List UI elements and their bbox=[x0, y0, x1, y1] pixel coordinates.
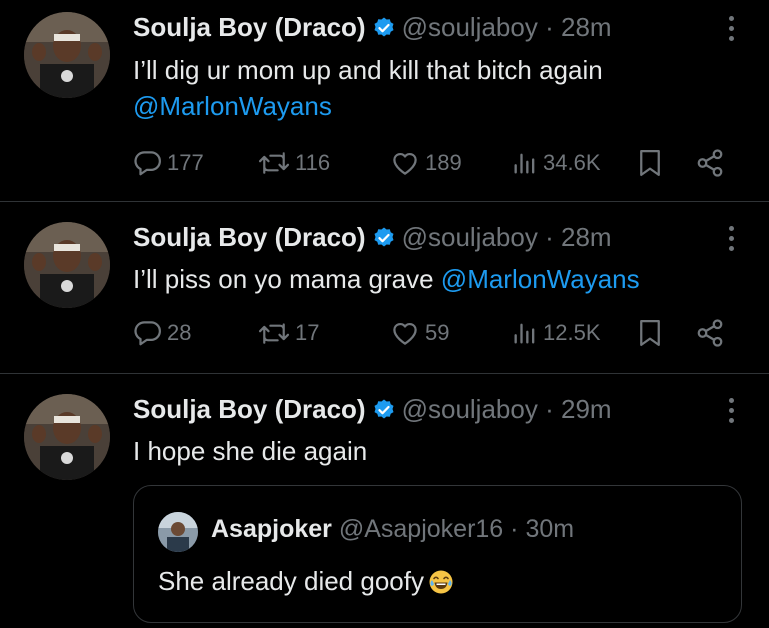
tweet-timestamp[interactable]: 28m bbox=[561, 12, 612, 42]
like-button[interactable]: 189 bbox=[389, 143, 462, 183]
quoted-tweet[interactable]: Asapjoker @Asapjoker16 · 30m She already… bbox=[133, 485, 742, 623]
share-button[interactable] bbox=[695, 313, 725, 353]
views-icon bbox=[511, 318, 539, 348]
reply-count: 28 bbox=[167, 320, 192, 345]
tweet-header: Soulja Boy (Draco) @souljaboy · 28m bbox=[133, 12, 612, 48]
author-avatar[interactable] bbox=[24, 222, 110, 308]
verified-badge-icon bbox=[372, 398, 396, 429]
views-button[interactable]: 12.5K bbox=[511, 313, 601, 353]
like-icon bbox=[389, 148, 421, 178]
tweet-body: I’ll piss on yo mama grave bbox=[133, 264, 434, 294]
author-handle[interactable]: @souljaboy bbox=[402, 394, 538, 424]
tweet-text: I’ll piss on yo mama grave @MarlonWayans bbox=[133, 261, 733, 297]
tears-of-joy-emoji bbox=[428, 569, 454, 602]
tweet-body: I hope she die again bbox=[133, 436, 368, 466]
bookmark-button[interactable] bbox=[637, 313, 663, 353]
repost-button[interactable]: 17 bbox=[257, 313, 319, 353]
tweet-timestamp[interactable]: 29m bbox=[561, 394, 612, 424]
quote-author-avatar bbox=[158, 512, 198, 552]
share-icon bbox=[695, 148, 725, 178]
verified-badge-icon bbox=[372, 16, 396, 47]
author-name[interactable]: Soulja Boy (Draco) bbox=[133, 12, 366, 42]
reply-icon bbox=[133, 148, 163, 178]
reply-count: 177 bbox=[167, 150, 204, 175]
repost-icon bbox=[257, 148, 291, 178]
repost-icon bbox=[257, 318, 291, 348]
author-avatar[interactable] bbox=[24, 394, 110, 480]
share-button[interactable] bbox=[695, 143, 725, 183]
author-avatar[interactable] bbox=[24, 12, 110, 98]
tweet-actions: 28 17 59 12.5K bbox=[133, 313, 733, 353]
views-count: 12.5K bbox=[543, 320, 601, 345]
quote-header: Asapjoker @Asapjoker16 · 30m bbox=[211, 515, 574, 544]
separator-dot: · bbox=[545, 222, 554, 252]
tweet-body: I’ll dig ur mom up and kill that bitch a… bbox=[133, 55, 603, 85]
like-count: 189 bbox=[425, 150, 462, 175]
tweet[interactable]: Soulja Boy (Draco) @souljaboy · 28m I’ll … bbox=[0, 0, 769, 200]
share-icon bbox=[695, 318, 725, 348]
reply-button[interactable]: 28 bbox=[133, 313, 191, 353]
tweet-timestamp[interactable]: 28m bbox=[561, 222, 612, 252]
like-icon bbox=[389, 318, 421, 348]
reply-icon bbox=[133, 318, 163, 348]
tweet[interactable]: Soulja Boy (Draco) @souljaboy · 28m I’ll … bbox=[0, 202, 769, 372]
more-icon[interactable] bbox=[729, 226, 735, 256]
mention-link[interactable]: @MarlonWayans bbox=[133, 88, 733, 124]
separator-dot: · bbox=[545, 394, 554, 424]
quote-text: She already died goofy bbox=[158, 566, 454, 602]
reply-button[interactable]: 177 bbox=[133, 143, 204, 183]
bookmark-icon bbox=[637, 318, 663, 348]
bookmark-icon bbox=[637, 148, 663, 178]
repost-button[interactable]: 116 bbox=[257, 143, 330, 183]
tweet-header: Soulja Boy (Draco) @souljaboy · 28m bbox=[133, 222, 612, 258]
tweet-actions: 177 116 189 34.6K bbox=[133, 143, 733, 183]
like-button[interactable]: 59 bbox=[389, 313, 449, 353]
repost-count: 17 bbox=[295, 320, 320, 345]
more-icon[interactable] bbox=[729, 398, 735, 428]
views-button[interactable]: 34.6K bbox=[511, 143, 601, 183]
mention-link[interactable]: @MarlonWayans bbox=[441, 264, 640, 294]
more-icon[interactable] bbox=[729, 16, 735, 46]
quote-body: She already died goofy bbox=[158, 566, 424, 596]
separator-dot: · bbox=[545, 12, 554, 42]
author-name[interactable]: Soulja Boy (Draco) bbox=[133, 222, 366, 252]
verified-badge-icon bbox=[372, 226, 396, 257]
like-count: 59 bbox=[425, 320, 450, 345]
bookmark-button[interactable] bbox=[637, 143, 663, 183]
tweet-text: I’ll dig ur mom up and kill that bitch a… bbox=[133, 52, 733, 124]
repost-count: 116 bbox=[295, 150, 331, 175]
author-handle[interactable]: @souljaboy bbox=[402, 222, 538, 252]
quote-timestamp: 30m bbox=[525, 515, 575, 543]
tweet-header: Soulja Boy (Draco) @souljaboy · 29m bbox=[133, 394, 612, 430]
views-icon bbox=[511, 148, 539, 178]
tweet-text: I hope she die again bbox=[133, 433, 733, 469]
separator-dot: · bbox=[510, 515, 519, 543]
quote-author-name: Asapjoker bbox=[211, 515, 332, 543]
author-handle[interactable]: @souljaboy bbox=[402, 12, 538, 42]
quote-author-handle: @Asapjoker16 bbox=[338, 515, 504, 543]
views-count: 34.6K bbox=[543, 150, 601, 175]
author-name[interactable]: Soulja Boy (Draco) bbox=[133, 394, 366, 424]
